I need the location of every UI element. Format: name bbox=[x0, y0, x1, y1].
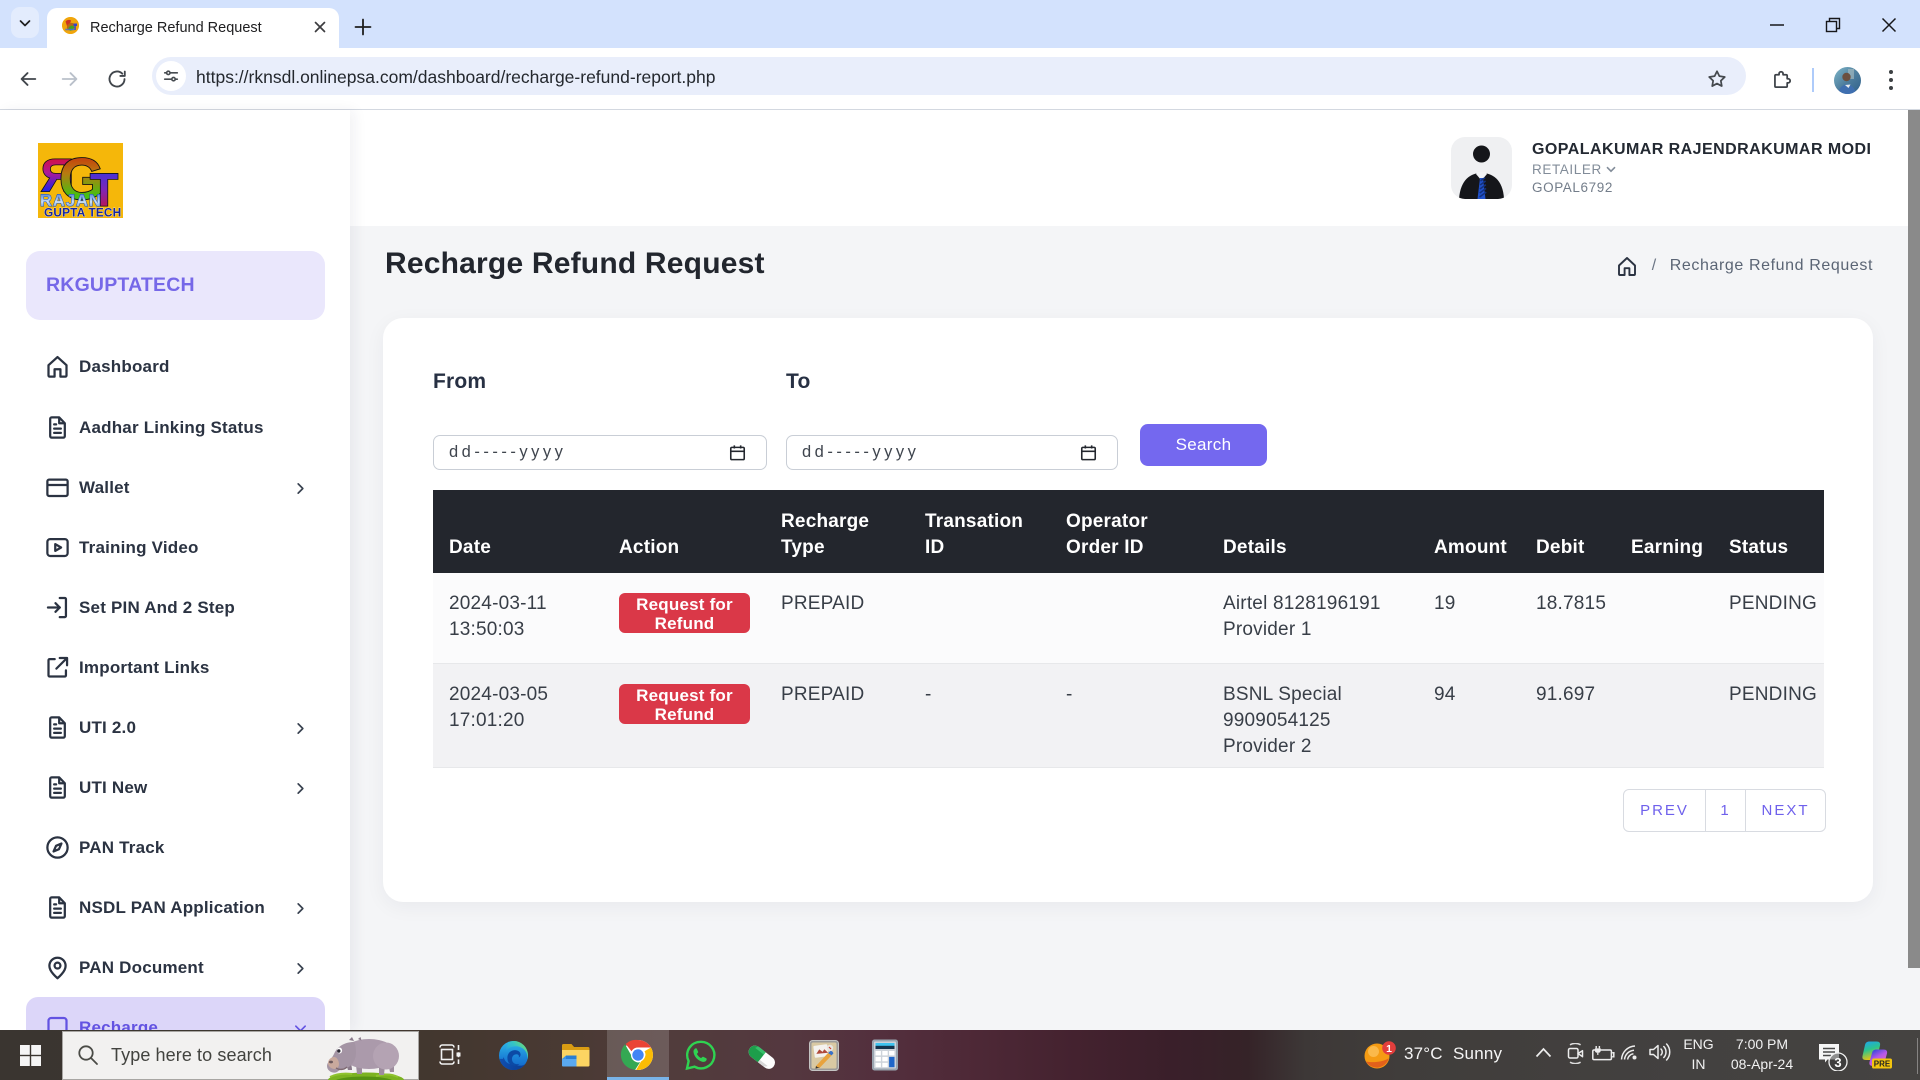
svg-text:PRE: PRE bbox=[1874, 1059, 1891, 1068]
svg-text:3: 3 bbox=[1834, 1055, 1841, 1070]
svg-text:1: 1 bbox=[1386, 1043, 1392, 1055]
svg-text:GUPTA TECH: GUPTA TECH bbox=[44, 206, 121, 219]
